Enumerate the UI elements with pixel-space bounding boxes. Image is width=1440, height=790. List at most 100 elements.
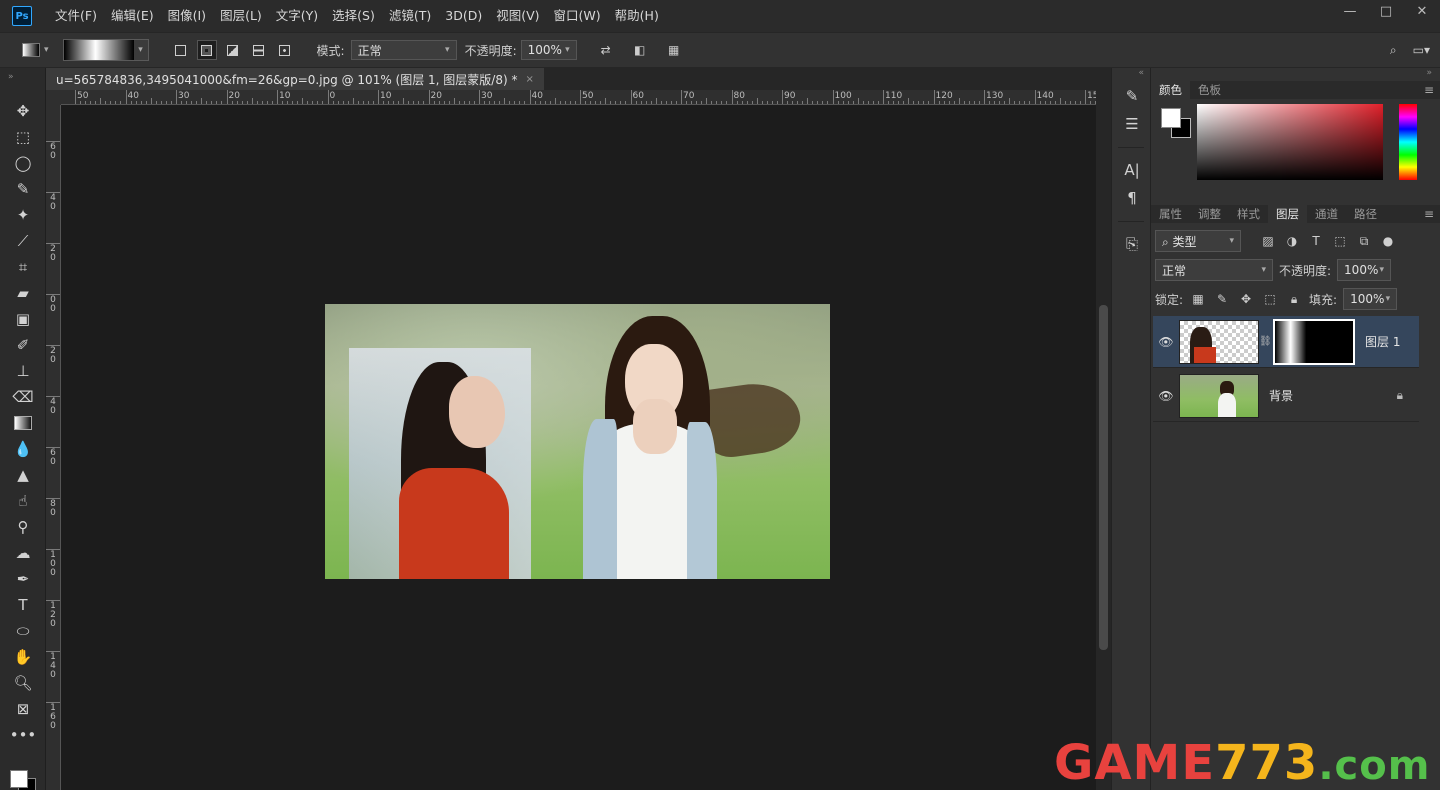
sharpen-icon[interactable]: ▲	[0, 462, 46, 488]
chevron-down-icon[interactable]: ▾	[133, 40, 148, 60]
layer-opacity-field[interactable]: 100% ▾	[1337, 259, 1392, 281]
hue-slider[interactable]	[1399, 104, 1417, 180]
workspace-icon[interactable]: ▭▾	[1413, 43, 1430, 57]
dither-icon[interactable]: ◧	[629, 39, 651, 61]
layer-filter-select[interactable]: ⌕ 类型 ▾	[1155, 230, 1241, 252]
radial-gradient-button[interactable]	[196, 40, 217, 60]
pen-icon[interactable]: ✒	[0, 566, 46, 592]
marquee-icon[interactable]: ⬚	[0, 124, 46, 150]
menu-view[interactable]: 视图(V)	[489, 0, 546, 32]
document-tab[interactable]: u=565784836,3495041000&fm=26&gp=0.jpg @ …	[46, 68, 544, 90]
lasso-icon[interactable]: ◯	[0, 150, 46, 176]
close-button[interactable]: ✕	[1404, 0, 1440, 22]
eraser-icon[interactable]: ⌫	[0, 384, 46, 410]
blur-icon[interactable]: 💧	[0, 436, 46, 462]
vertical-scrollbar[interactable]	[1096, 90, 1111, 790]
lock-position-icon[interactable]: ✥	[1237, 290, 1255, 308]
fill-field[interactable]: 100% ▾	[1343, 288, 1398, 310]
linear-gradient-button[interactable]	[171, 40, 191, 60]
smart-object-filter-icon[interactable]: ⧉	[1355, 232, 1373, 250]
ruler-origin[interactable]	[46, 90, 61, 105]
menu-file[interactable]: 文件(F)	[48, 0, 104, 32]
panel-menu-icon[interactable]: ≡	[1424, 83, 1434, 97]
menu-filter[interactable]: 滤镜(T)	[382, 0, 438, 32]
reflected-gradient-button[interactable]	[249, 40, 269, 60]
pixel-filter-icon[interactable]: ▨	[1259, 232, 1277, 250]
brush-icon[interactable]: ✐	[0, 332, 46, 358]
move-icon[interactable]: ✥	[0, 98, 46, 124]
visibility-eye-icon[interactable]: 👁︎	[1153, 335, 1179, 349]
tab-layers[interactable]: 图层	[1268, 205, 1307, 223]
adjustment-filter-icon[interactable]: ◑	[1283, 232, 1301, 250]
dodge-icon[interactable]: ⚲	[0, 514, 46, 540]
type-icon[interactable]: T	[0, 592, 46, 618]
vertical-ruler[interactable]: 60 40 20 00 20 40 60 80 100 120 140 160	[46, 105, 61, 790]
frame-icon[interactable]: ▣	[0, 306, 46, 332]
angle-gradient-button[interactable]	[223, 40, 243, 60]
blend-mode-select[interactable]: 正常 ▾	[1155, 259, 1273, 281]
brush-settings-icon[interactable]: ✎	[1112, 82, 1152, 110]
stamp-icon[interactable]: ⊥	[0, 358, 46, 384]
tab-paths[interactable]: 路径	[1346, 205, 1385, 223]
maximize-button[interactable]: □	[1368, 0, 1404, 22]
eyedropper-icon[interactable]: ⟋	[0, 228, 46, 254]
filter-toggle-icon[interactable]: ●	[1379, 232, 1397, 250]
layer-thumbnail[interactable]	[1179, 373, 1259, 418]
lock-all-icon[interactable]: 🔒︎	[1285, 290, 1303, 308]
layer-row-background[interactable]: 👁︎ 背景 🔒︎	[1153, 370, 1419, 422]
ellipse-icon[interactable]: ⬭	[0, 618, 46, 644]
layer-thumbnail[interactable]	[1179, 319, 1259, 364]
layer-name[interactable]: 背景	[1269, 387, 1293, 404]
foreground-color-swatch[interactable]	[1161, 108, 1181, 128]
collapse-icon[interactable]: »	[1151, 68, 1440, 82]
shape-filter-icon[interactable]: ⬚	[1331, 232, 1349, 250]
history-icon[interactable]: ⎘	[1112, 230, 1152, 258]
menu-help[interactable]: 帮助(H)	[608, 0, 666, 32]
close-tab-icon[interactable]: ×	[525, 74, 533, 85]
search-icon[interactable]: ⌕	[1390, 43, 1397, 58]
lock-artboard-icon[interactable]: ⬚	[1261, 290, 1279, 308]
foreground-color-swatch[interactable]	[10, 770, 28, 788]
menu-select[interactable]: 选择(S)	[325, 0, 382, 32]
layer-row-1[interactable]: 👁︎ ⛓ 图层 1	[1153, 316, 1419, 368]
menu-3d[interactable]: 3D(D)	[438, 0, 489, 32]
tab-channels[interactable]: 通道	[1307, 205, 1346, 223]
transparency-icon[interactable]: ▦	[663, 39, 685, 61]
magic-wand-icon[interactable]: ✦	[0, 202, 46, 228]
tab-styles[interactable]: 样式	[1229, 205, 1268, 223]
adjustments-icon[interactable]: ☰	[1112, 110, 1152, 138]
tab-swatches[interactable]: 色板	[1190, 81, 1229, 99]
zoom-icon[interactable]: 🔍︎	[0, 670, 46, 696]
layer-name[interactable]: 图层 1	[1365, 333, 1400, 350]
tab-properties[interactable]: 属性	[1151, 205, 1190, 223]
smudge-icon[interactable]: ☝	[0, 488, 46, 514]
mode-select[interactable]: 正常 ▾	[350, 40, 457, 60]
character-icon[interactable]: A|	[1112, 156, 1152, 184]
menu-image[interactable]: 图像(I)	[161, 0, 213, 32]
quick-select-icon[interactable]: ✎	[0, 176, 46, 202]
crop-icon[interactable]: ⌗	[0, 254, 46, 280]
menu-edit[interactable]: 编辑(E)	[104, 0, 161, 32]
diamond-gradient-button[interactable]	[275, 40, 295, 60]
collapse-icon[interactable]: «	[1112, 68, 1150, 82]
artboard-icon[interactable]: ⊠	[0, 696, 46, 722]
layer-mask-thumbnail[interactable]	[1273, 318, 1355, 365]
menu-window[interactable]: 窗口(W)	[547, 0, 608, 32]
link-icon[interactable]: ⛓	[1259, 336, 1272, 347]
reverse-icon[interactable]: ⇄	[595, 39, 617, 61]
tool-preset-picker[interactable]: ▾	[22, 43, 49, 57]
menu-type[interactable]: 文字(Y)	[269, 0, 325, 32]
scrollbar-thumb[interactable]	[1099, 305, 1108, 650]
gradient-icon[interactable]	[0, 410, 46, 436]
color-swatches[interactable]	[8, 760, 38, 790]
gradient-preview[interactable]	[63, 40, 134, 60]
healing-icon[interactable]: ▰	[0, 280, 46, 306]
lock-pixels-icon[interactable]: ✎	[1213, 290, 1231, 308]
document-image[interactable]	[325, 304, 830, 579]
tab-color[interactable]: 颜色	[1151, 81, 1190, 99]
collapse-icon[interactable]: »	[0, 68, 45, 98]
paragraph-icon[interactable]: ¶	[1112, 184, 1152, 212]
minimize-button[interactable]: —	[1332, 0, 1368, 22]
horizontal-ruler[interactable]: 50 40 30 20 10 0 10 20 30 40 50 60 70 80 90 100 110 120 13…	[61, 90, 1096, 105]
panel-menu-icon[interactable]: ≡	[1424, 207, 1434, 221]
